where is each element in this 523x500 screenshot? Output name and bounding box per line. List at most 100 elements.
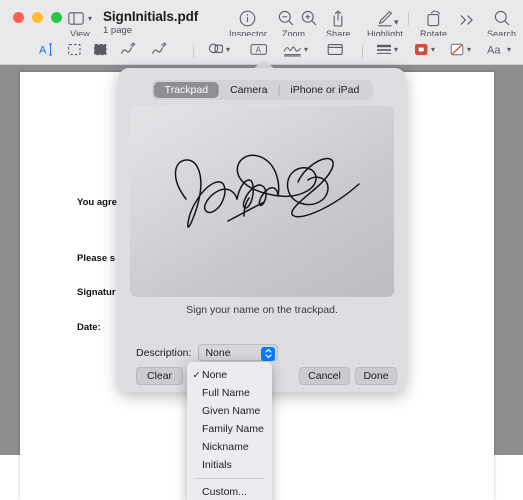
menu-item-family-name[interactable]: Family Name: [187, 420, 272, 438]
highlight-chevron-down-icon[interactable]: ▾: [394, 12, 399, 30]
svg-text:A: A: [256, 46, 262, 55]
minimize-window-button[interactable]: [32, 12, 43, 23]
zoom-window-button[interactable]: [51, 12, 62, 23]
tab-camera[interactable]: Camera: [219, 82, 278, 99]
signature-hint-text: Sign your name on the trackpad.: [186, 304, 338, 316]
toolbar-divider: [362, 45, 363, 58]
close-window-button[interactable]: [13, 12, 24, 23]
line-style-button[interactable]: ▾: [376, 42, 398, 57]
fill-color-button[interactable]: ▾: [414, 42, 435, 57]
share-icon: [331, 8, 345, 28]
font-style-button[interactable]: Aa ▾: [487, 42, 511, 57]
menu-item-nickname[interactable]: Nickname: [187, 438, 272, 456]
more-chevrons-icon: [459, 10, 476, 30]
fill-color-icon: [414, 42, 429, 57]
toolbar-divider: [193, 45, 194, 58]
signature-chevron-down-icon[interactable]: ▾: [304, 45, 308, 54]
document-text-line: Date:: [77, 322, 101, 333]
note-icon: [327, 42, 344, 57]
capture-source-tabs: Trackpad Camera iPhone or iPad: [151, 80, 373, 100]
toolbar-divider: [408, 12, 409, 25]
chevron-up-down-icon: [261, 346, 276, 361]
svg-text:Aa: Aa: [487, 45, 501, 57]
draw-icon: [151, 42, 167, 57]
description-label: Description:: [136, 346, 192, 359]
font-chevron-down-icon[interactable]: ▾: [507, 45, 511, 54]
checkmark-icon: ✓: [192, 369, 201, 381]
text-select-icon: A: [39, 42, 54, 57]
inspector-toolbar-button[interactable]: Inspector: [229, 8, 267, 39]
stroke-color-chevron-down-icon[interactable]: ▾: [467, 45, 471, 54]
text-box-tool-button[interactable]: A: [250, 42, 268, 57]
rectangular-selection-icon: [67, 42, 82, 57]
sidebar-icon: ▾: [68, 8, 92, 28]
sketch-tool-button[interactable]: [120, 42, 136, 57]
shapes-icon: [208, 42, 224, 57]
view-toolbar-button[interactable]: ▾ View: [68, 8, 92, 39]
done-button[interactable]: Done: [355, 367, 397, 385]
zoom-in-button[interactable]: [301, 8, 317, 28]
signature-tool-button[interactable]: ▾: [283, 42, 308, 57]
stroke-color-button[interactable]: ▾: [450, 42, 471, 57]
text-box-icon: A: [250, 42, 268, 57]
menu-item-initials[interactable]: Initials: [187, 456, 272, 474]
preview-signature-capture-window: You agre Please s Signatur Date: ▾ View …: [0, 0, 523, 500]
lasso-selection-tool-button[interactable]: [93, 42, 108, 57]
search-toolbar-button[interactable]: Search: [487, 8, 516, 39]
tab-trackpad[interactable]: Trackpad: [153, 81, 220, 99]
text-select-tool-button[interactable]: A: [39, 42, 54, 57]
document-text-line: Signatur: [77, 287, 116, 298]
signature-stroke: [174, 154, 360, 228]
sketch-icon: [120, 42, 136, 57]
menu-item-label: Custom...: [202, 486, 247, 498]
menu-item-none[interactable]: ✓ None: [187, 366, 272, 384]
font-icon: Aa: [487, 42, 505, 57]
stroke-color-icon: [450, 42, 465, 57]
line-style-chevron-down-icon[interactable]: ▾: [394, 45, 398, 54]
menu-item-custom[interactable]: Custom...: [187, 483, 272, 500]
info-circle-icon: [239, 8, 256, 28]
shapes-chevron-down-icon[interactable]: ▾: [226, 45, 230, 54]
note-tool-button[interactable]: [327, 42, 344, 57]
description-dropdown-menu: ✓ None Full Name Given Name Family Name …: [187, 362, 272, 500]
menu-item-label: Family Name: [202, 423, 264, 435]
document-title-block[interactable]: SignInitials.pdf 1 page: [103, 9, 198, 36]
page-count-label: 1 page: [103, 25, 133, 36]
line-style-icon: [376, 42, 392, 57]
menu-item-given-name[interactable]: Given Name: [187, 402, 272, 420]
signature-capture-popover: Trackpad Camera iPhone or iPad Sign your…: [118, 68, 406, 392]
description-selected-value: None: [205, 346, 231, 359]
more-toolbar-button[interactable]: [459, 10, 476, 30]
svg-text:A: A: [39, 45, 47, 57]
fill-color-chevron-down-icon[interactable]: ▾: [431, 45, 435, 54]
shapes-tool-button[interactable]: ▾: [208, 42, 230, 57]
clear-button[interactable]: Clear: [136, 367, 183, 385]
traffic-lights: [13, 12, 62, 23]
lasso-selection-icon: [93, 42, 108, 57]
menu-item-label: Initials: [202, 459, 232, 471]
rotate-toolbar-button[interactable]: Rotate: [420, 8, 447, 39]
menu-item-full-name[interactable]: Full Name: [187, 384, 272, 402]
rectangular-selection-tool-button[interactable]: [67, 42, 82, 57]
signature-icon: [283, 42, 302, 57]
menu-divider: [195, 478, 264, 479]
share-toolbar-button[interactable]: Share: [326, 8, 351, 39]
cancel-button[interactable]: Cancel: [299, 367, 350, 385]
document-text-line: Please s: [77, 253, 116, 264]
menu-item-label: None: [202, 369, 228, 381]
signature-drawing-pad[interactable]: [130, 106, 394, 297]
page-title: SignInitials.pdf: [103, 9, 199, 24]
tab-iphone-or-ipad[interactable]: iPhone or iPad: [279, 82, 370, 99]
document-text-line: You agre: [77, 197, 117, 208]
zoom-out-icon: [278, 8, 294, 28]
description-row: Description: None: [136, 344, 279, 361]
zoom-in-icon: [301, 8, 317, 28]
zoom-out-button[interactable]: [278, 8, 294, 28]
draw-tool-button[interactable]: [151, 42, 167, 57]
menu-item-label: Nickname: [202, 441, 249, 453]
menu-item-label: Full Name: [202, 387, 250, 399]
menu-item-label: Given Name: [202, 405, 261, 417]
description-select[interactable]: None: [198, 344, 279, 361]
search-icon: [494, 8, 510, 28]
highlight-pen-icon: [377, 8, 393, 28]
